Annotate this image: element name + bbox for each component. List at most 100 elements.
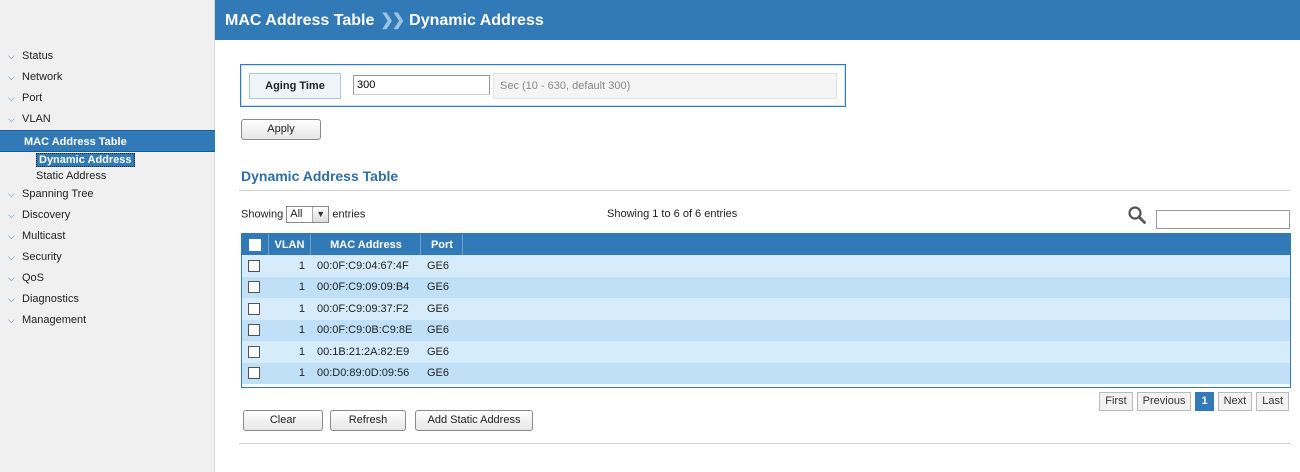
cell-port: GE6 bbox=[426, 367, 449, 380]
sidebar-nav: ⌵ Status ⌵ Network ⌵ Port ⌵ VLAN MAC Address… bbox=[0, 46, 215, 331]
aging-time-hint: Sec (10 - 630, default 300) bbox=[493, 73, 837, 99]
cell-vlan: 1 bbox=[298, 367, 305, 380]
cell-mac-address: 00:0F:C9:09:37:F2 bbox=[316, 302, 409, 315]
column-header-port[interactable]: Port bbox=[420, 234, 464, 255]
page-header: MAC Address Table ❯❯ Dynamic Address bbox=[215, 0, 1300, 40]
sidebar-item-vlan[interactable]: ⌵ VLAN bbox=[0, 109, 215, 130]
entries-select[interactable]: All ▼ bbox=[286, 206, 330, 223]
cell-vlan: 1 bbox=[298, 302, 305, 315]
row-select-cell bbox=[242, 255, 268, 277]
chevron-down-icon: ⌵ bbox=[8, 315, 15, 325]
chevron-down-icon: ⌵ bbox=[8, 72, 15, 82]
row-select-cell bbox=[242, 320, 268, 342]
row-checkbox[interactable] bbox=[248, 345, 260, 358]
showing-suffix: entries bbox=[332, 208, 366, 221]
cell-vlan: 1 bbox=[298, 324, 305, 337]
sidebar-item-status[interactable]: ⌵ Status bbox=[0, 46, 215, 67]
sidebar-item-security[interactable]: ⌵ Security bbox=[0, 247, 215, 268]
sidebar-item-qos[interactable]: ⌵ QoS bbox=[0, 268, 215, 289]
select-all-checkbox[interactable] bbox=[248, 238, 261, 251]
sidebar-item-management[interactable]: ⌵ Management bbox=[0, 310, 215, 331]
cell-mac-address: 00:1B:21:2A:82:E9 bbox=[316, 345, 410, 358]
cell-mac-address: 00:0F:C9:04:67:4F bbox=[316, 259, 409, 272]
row-checkbox[interactable] bbox=[248, 281, 260, 294]
chevron-down-icon: ▼ bbox=[312, 207, 329, 222]
row-select-cell bbox=[242, 341, 268, 363]
table-row: 1 00:0F:C9:04:67:4F GE6 bbox=[242, 255, 1290, 277]
row-checkbox[interactable] bbox=[248, 367, 260, 380]
breadcrumb: MAC Address Table ❯❯ Dynamic Address bbox=[225, 10, 544, 30]
cell-port: GE6 bbox=[426, 259, 449, 272]
table-row: 1 00:1B:21:2A:82:E9 GE6 bbox=[242, 341, 1290, 363]
refresh-button[interactable]: Refresh bbox=[330, 410, 406, 431]
sidebar-item-label: Network bbox=[22, 71, 63, 83]
cell-filler bbox=[463, 277, 1290, 299]
sidebar-item-discovery[interactable]: ⌵ Discovery bbox=[0, 205, 215, 226]
chevron-down-icon: ⌵ bbox=[8, 294, 15, 304]
main-content: Aging Time Sec (10 - 630, default 300) A… bbox=[215, 40, 1300, 472]
column-header-filler bbox=[463, 234, 1290, 255]
sidebar-item-label: Management bbox=[22, 314, 87, 326]
column-header-mac-address[interactable]: MAC Address bbox=[310, 234, 422, 255]
table-header-row: VLAN MAC Address Port bbox=[242, 234, 1290, 255]
dynamic-address-table: VLAN MAC Address Port 1 00:0F:C9:04:67:4… bbox=[241, 233, 1291, 388]
row-select-cell bbox=[242, 363, 268, 385]
breadcrumb-section: MAC Address Table bbox=[225, 12, 375, 29]
page-first-button[interactable]: First bbox=[1099, 392, 1133, 411]
sidebar-subitem-label: Dynamic Address bbox=[36, 153, 135, 167]
sidebar-item-spanning-tree[interactable]: ⌵ Spanning Tree bbox=[0, 184, 215, 205]
cell-port: GE6 bbox=[426, 302, 449, 315]
page-current-button[interactable]: 1 bbox=[1195, 392, 1214, 411]
sidebar-item-label: Multicast bbox=[22, 230, 66, 242]
sidebar-item-mac-address-table[interactable]: MAC Address Table bbox=[0, 130, 215, 152]
cell-filler bbox=[463, 255, 1290, 277]
row-checkbox[interactable] bbox=[248, 259, 260, 272]
entries-info: Showing 1 to 6 of 6 entries bbox=[607, 208, 738, 220]
sidebar-subitem-label: Static Address bbox=[36, 170, 107, 182]
breadcrumb-separator-icon: ❯❯ bbox=[380, 12, 405, 29]
row-select-cell bbox=[242, 277, 268, 299]
sidebar: ⌵ Status ⌵ Network ⌵ Port ⌵ VLAN MAC Address… bbox=[0, 0, 215, 472]
cell-vlan: 1 bbox=[298, 345, 305, 358]
entries-select-value: All bbox=[290, 208, 303, 220]
row-checkbox[interactable] bbox=[248, 324, 260, 337]
search-input[interactable] bbox=[1156, 210, 1290, 229]
aging-time-input[interactable] bbox=[353, 75, 490, 95]
page-previous-button[interactable]: Previous bbox=[1136, 392, 1192, 411]
add-static-address-button[interactable]: Add Static Address bbox=[415, 410, 533, 431]
select-all-cell bbox=[242, 234, 269, 255]
cell-filler bbox=[463, 341, 1290, 363]
sidebar-item-label: Port bbox=[22, 92, 43, 104]
sidebar-item-network[interactable]: ⌵ Network bbox=[0, 67, 215, 88]
sidebar-subitem-dynamic-address[interactable]: Dynamic Address bbox=[0, 152, 215, 168]
cell-filler bbox=[463, 363, 1290, 385]
cell-vlan: 1 bbox=[298, 281, 305, 294]
column-header-vlan[interactable]: VLAN bbox=[268, 234, 312, 255]
sidebar-subitem-static-address[interactable]: Static Address bbox=[0, 168, 215, 184]
sidebar-item-multicast[interactable]: ⌵ Multicast bbox=[0, 226, 215, 247]
cell-port: GE6 bbox=[426, 324, 449, 337]
cell-port: GE6 bbox=[426, 345, 449, 358]
cell-mac-address: 00:0F:C9:0B:C9:8E bbox=[316, 324, 413, 337]
search-icon[interactable] bbox=[1127, 205, 1147, 225]
divider bbox=[239, 190, 1290, 191]
page-next-button[interactable]: Next bbox=[1217, 392, 1253, 411]
divider bbox=[239, 443, 1290, 444]
pagination: First Previous 1 Next Last bbox=[1099, 392, 1289, 411]
chevron-down-icon: ⌵ bbox=[8, 114, 15, 124]
table-row: 1 00:0F:C9:09:09:B4 GE6 bbox=[242, 276, 1290, 299]
chevron-down-icon: ⌵ bbox=[8, 93, 15, 103]
aging-time-panel: Aging Time Sec (10 - 630, default 300) bbox=[240, 64, 846, 107]
table-row: 1 00:0F:C9:09:37:F2 GE6 bbox=[242, 298, 1290, 320]
sidebar-item-diagnostics[interactable]: ⌵ Diagnostics bbox=[0, 289, 215, 310]
apply-button[interactable]: Apply bbox=[241, 119, 321, 140]
chevron-down-icon: ⌵ bbox=[8, 231, 15, 241]
sidebar-item-label: Discovery bbox=[22, 209, 71, 221]
entries-selector: Showing All ▼ entries bbox=[241, 206, 365, 223]
sidebar-item-label: Spanning Tree bbox=[22, 188, 94, 200]
sidebar-item-port[interactable]: ⌵ Port bbox=[0, 88, 215, 109]
clear-button[interactable]: Clear bbox=[243, 410, 323, 431]
sidebar-item-label: Security bbox=[22, 251, 62, 263]
row-checkbox[interactable] bbox=[248, 302, 260, 315]
page-last-button[interactable]: Last bbox=[1256, 392, 1289, 411]
